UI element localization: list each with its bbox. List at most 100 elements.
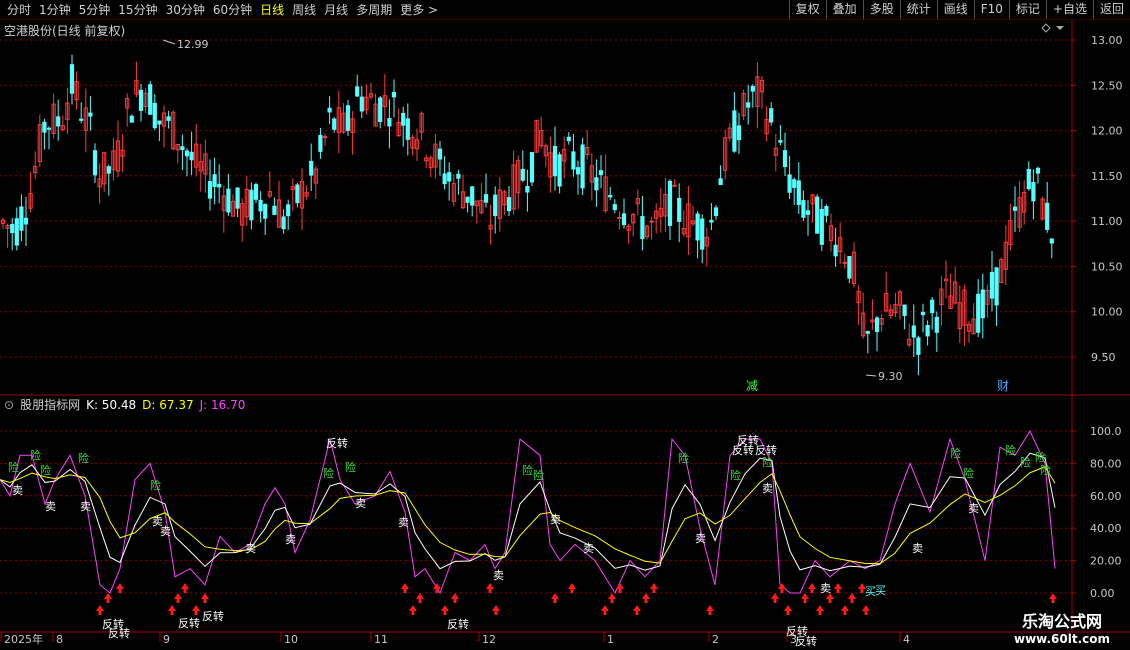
reverse-signal: 反转 [795, 634, 817, 648]
period-tab-9[interactable]: 多周期 [352, 2, 396, 18]
sell-signal: 卖 [820, 582, 831, 595]
buy-arrow-icon [181, 583, 189, 593]
period-tab-4[interactable]: 30分钟 [162, 2, 209, 18]
candle-body [792, 179, 797, 188]
period-tab-1[interactable]: 1分钟 [35, 2, 75, 18]
price-tick-label: 12.00 [1091, 125, 1123, 138]
period-tab-0[interactable]: 分时 [3, 2, 35, 18]
toolbar-action-5[interactable]: F10 [973, 0, 1009, 19]
risk-signal: 险 [678, 451, 689, 465]
sell-signal: 卖 [493, 569, 504, 582]
toolbar-action-1[interactable]: 叠加 [825, 0, 863, 19]
toolbar-action-8[interactable]: 返回 [1092, 0, 1130, 19]
risk-signal: 险 [963, 466, 974, 480]
k-value: K: 50.48 [86, 398, 137, 412]
high-label: 12.99 [177, 38, 209, 51]
candle-body [456, 173, 461, 179]
candle-body [79, 118, 84, 121]
reverse-signal: 反转 [202, 609, 224, 623]
period-tab-6[interactable]: 日线 [256, 2, 288, 18]
chart-canvas[interactable]: 13.0012.5012.0011.5011.0010.5010.009.501… [0, 20, 1130, 650]
candle-body [695, 213, 700, 241]
date-label: 10 [284, 633, 298, 646]
candle-body [442, 173, 447, 185]
candle-body [189, 151, 194, 161]
candle-body [226, 188, 231, 213]
period-tab-5[interactable]: 60分钟 [209, 2, 256, 18]
buy-arrow-icon [441, 605, 449, 615]
reverse-signal: 反转 [755, 443, 777, 457]
candle-body [552, 145, 558, 177]
candle-body [640, 216, 645, 240]
period-tab-7[interactable]: 周线 [288, 2, 320, 18]
candle-body [327, 107, 332, 113]
date-label: 8 [56, 633, 63, 646]
candle-body [470, 186, 475, 206]
diamond-icon [1041, 23, 1051, 33]
reverse-signal: 反转 [108, 626, 130, 640]
period-tab-2[interactable]: 5分钟 [75, 2, 115, 18]
sell-signal: 卖 [398, 516, 409, 529]
date-label: 4 [903, 633, 910, 646]
d-value: D: 67.37 [142, 398, 194, 412]
date-label: 2025年 [4, 632, 43, 646]
candle-body [359, 96, 364, 112]
candle-body [129, 115, 134, 123]
j-line [0, 429, 1056, 595]
risk-signal: 险 [150, 478, 161, 492]
candle-body [253, 184, 259, 200]
j-value: J: 16.70 [199, 398, 246, 412]
buy-arrow-icon [568, 583, 576, 593]
indicator-name: 股朋指标网 [20, 398, 81, 412]
toolbar-action-4[interactable]: 画线 [936, 0, 974, 19]
candle-body [677, 197, 682, 222]
watermark-url: www.60lt.com [1013, 632, 1111, 646]
low-pointer [865, 374, 877, 377]
candle-body [281, 216, 286, 230]
sell-signal: 卖 [12, 484, 23, 497]
candle-body [235, 187, 240, 209]
candle-body [911, 325, 916, 338]
candle-body [322, 136, 328, 139]
period-tab-10[interactable]: 更多 > [396, 2, 442, 18]
candle-body [566, 136, 571, 142]
toolbar-action-2[interactable]: 多股 [862, 0, 900, 19]
candle-body [833, 244, 838, 257]
buy-arrow-icon [409, 605, 417, 615]
toolbar-action-3[interactable]: 统计 [899, 0, 937, 19]
collapse-icon[interactable]: ⊙ [4, 398, 14, 412]
risk-signal: 险 [8, 460, 19, 474]
sell-signal: 卖 [583, 542, 594, 555]
price-tick-label: 10.50 [1091, 260, 1123, 273]
candle-body [1035, 167, 1041, 174]
buy-arrow-icon [1049, 593, 1057, 603]
candle-body [1026, 168, 1031, 190]
candle-body [391, 91, 397, 98]
toolbar-action-7[interactable]: +自选 [1045, 0, 1093, 19]
candle-body [437, 148, 443, 160]
candle-body [152, 102, 157, 129]
sell-signal: 卖 [550, 513, 561, 526]
candle-body [258, 199, 263, 212]
buy-arrow-icon [601, 605, 609, 615]
candle-body [387, 117, 392, 127]
sell-signal: 卖 [285, 533, 296, 546]
candle-body [180, 146, 185, 151]
candle-body [778, 140, 783, 143]
toolbar-action-0[interactable]: 复权 [788, 0, 826, 19]
candle-body [930, 299, 935, 314]
toolbar-action-6[interactable]: 标记 [1008, 0, 1046, 19]
candle-body [916, 337, 921, 355]
candle-body [212, 174, 217, 188]
period-tab-8[interactable]: 月线 [320, 2, 352, 18]
buy-arrow-icon [706, 605, 714, 615]
candle-body [571, 151, 576, 170]
period-tabs: 分时 1分钟 5分钟 15分钟 30分钟 60分钟 日线 周线 月线 多周期 更多 > [3, 2, 442, 18]
candle-body [709, 219, 714, 223]
price-tick-label: 11.00 [1091, 215, 1123, 228]
risk-signal: 险 [730, 468, 741, 482]
candle-body [19, 206, 24, 231]
sell-signal: 卖 [912, 542, 923, 555]
period-tab-3[interactable]: 15分钟 [114, 2, 161, 18]
candle-body [847, 256, 852, 279]
